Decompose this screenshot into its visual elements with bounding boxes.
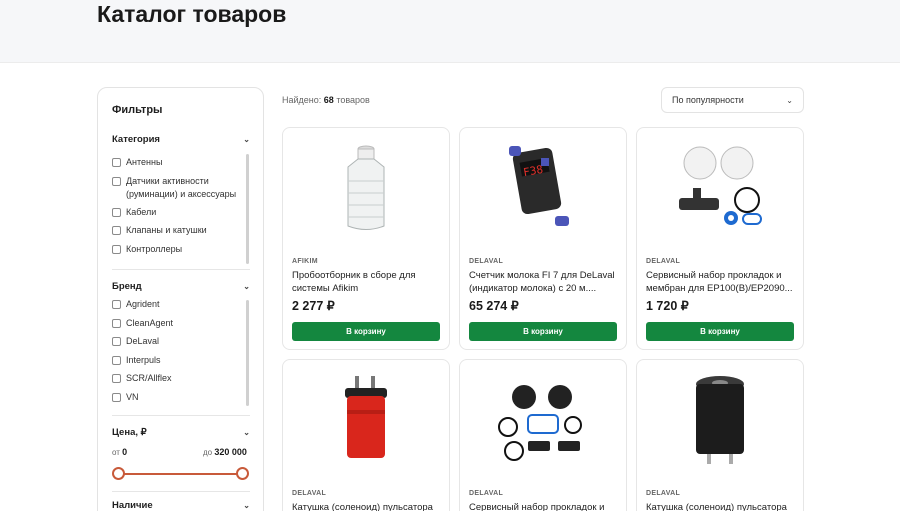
product-card[interactable]: DELAVAL Катушка (соленоид) пульсатора bbox=[636, 359, 804, 511]
product-price: 2 277 ₽ bbox=[292, 299, 335, 313]
add-to-cart-button[interactable]: В корзину bbox=[646, 322, 794, 341]
checkbox[interactable] bbox=[112, 355, 121, 365]
price-slider-min-handle[interactable] bbox=[112, 467, 125, 480]
category-option[interactable]: Датчики активности (руминации) и аксессу… bbox=[112, 175, 242, 200]
product-brand: DELAVAL bbox=[646, 258, 681, 265]
product-card[interactable]: DELAVAL Сервисный набор прокладок и мемб… bbox=[636, 127, 804, 350]
product-name[interactable]: Сервисный набор прокладок и bbox=[469, 501, 619, 511]
brand-option[interactable]: DeLaval bbox=[112, 335, 159, 348]
chevron-down-icon: ⌄ bbox=[243, 501, 250, 510]
checkbox[interactable] bbox=[112, 392, 121, 402]
red-solenoid-image[interactable] bbox=[283, 360, 449, 480]
checkbox[interactable] bbox=[112, 318, 121, 328]
checkbox[interactable] bbox=[112, 373, 121, 383]
product-name[interactable]: Сервисный набор прокладок и мембран для … bbox=[646, 269, 796, 295]
checkbox[interactable] bbox=[112, 176, 121, 186]
product-name[interactable]: Пробоотборник в сборе для системы Afikim bbox=[292, 269, 442, 295]
brand-option[interactable]: SCR/Allflex bbox=[112, 372, 172, 385]
brand-option[interactable]: Interpuls bbox=[112, 354, 161, 367]
checkbox[interactable] bbox=[112, 299, 121, 309]
product-name[interactable]: Катушка (соленоид) пульсатора bbox=[292, 501, 442, 511]
brand-option[interactable]: VN bbox=[112, 391, 139, 404]
brand-option[interactable]: CleanAgent bbox=[112, 317, 173, 330]
product-name[interactable]: Катушка (соленоид) пульсатора bbox=[646, 501, 796, 511]
sampler-image[interactable] bbox=[283, 128, 449, 248]
availability-section-toggle[interactable]: Наличие ⌄ bbox=[112, 500, 250, 511]
product-card[interactable]: DELAVAL Сервисный набор прокладок и bbox=[459, 359, 627, 511]
price-title: Цена, ₽ bbox=[112, 427, 147, 438]
brand-scrollbar[interactable] bbox=[246, 300, 249, 406]
product-brand: DELAVAL bbox=[469, 258, 504, 265]
milk-meter-image[interactable]: F38 bbox=[460, 128, 626, 248]
divider bbox=[112, 269, 250, 270]
page-header: Каталог товаров bbox=[0, 0, 900, 63]
price-slider-max-handle[interactable] bbox=[236, 467, 249, 480]
add-to-cart-button[interactable]: В корзину bbox=[469, 322, 617, 341]
category-scrollbar[interactable] bbox=[246, 154, 249, 264]
price-to: до 320 000 bbox=[203, 447, 247, 457]
product-card[interactable]: DELAVAL Катушка (соленоид) пульсатора bbox=[282, 359, 450, 511]
product-brand: AFIKIM bbox=[292, 258, 318, 265]
checkbox[interactable] bbox=[112, 336, 121, 346]
black-solenoid-image[interactable] bbox=[637, 360, 803, 480]
brand-title: Бренд bbox=[112, 281, 142, 292]
results-count: Найдено: 68 товаров bbox=[282, 95, 370, 105]
product-brand: DELAVAL bbox=[469, 490, 504, 497]
divider bbox=[112, 491, 250, 492]
filters-panel: Фильтры Категория ⌄ Антенны Датчики акти… bbox=[97, 87, 264, 511]
product-name[interactable]: Счетчик молока FI 7 для DeLaval (индикат… bbox=[469, 269, 619, 295]
add-to-cart-button[interactable]: В корзину bbox=[292, 322, 440, 341]
price-slider-track[interactable] bbox=[118, 473, 243, 475]
product-brand: DELAVAL bbox=[646, 490, 681, 497]
chevron-down-icon: ⌄ bbox=[243, 428, 250, 437]
filters-title: Фильтры bbox=[112, 104, 163, 116]
gasket-kit-black-image[interactable] bbox=[460, 360, 626, 480]
availability-title: Наличие bbox=[112, 500, 153, 511]
checkbox[interactable] bbox=[112, 207, 121, 217]
chevron-down-icon: ⌄ bbox=[243, 282, 250, 291]
checkbox[interactable] bbox=[112, 225, 121, 235]
brand-option[interactable]: Agrident bbox=[112, 298, 160, 311]
category-title: Категория bbox=[112, 134, 160, 145]
price-from: от 0 bbox=[112, 447, 128, 457]
sort-selected: По популярности bbox=[672, 95, 744, 105]
gasket-kit-image[interactable] bbox=[637, 128, 803, 248]
price-section-toggle[interactable]: Цена, ₽ ⌄ bbox=[112, 427, 250, 438]
product-price: 1 720 ₽ bbox=[646, 299, 689, 313]
category-section-toggle[interactable]: Категория ⌄ bbox=[112, 134, 250, 145]
checkbox[interactable] bbox=[112, 157, 121, 167]
product-card[interactable]: F38 DELAVAL Счетчик молока FI 7 для DeLa… bbox=[459, 127, 627, 350]
page-title: Каталог товаров bbox=[97, 1, 287, 27]
category-option[interactable]: Контроллеры bbox=[112, 243, 182, 256]
product-brand: DELAVAL bbox=[292, 490, 327, 497]
category-option[interactable]: Кабели bbox=[112, 206, 156, 219]
chevron-down-icon: ⌄ bbox=[243, 135, 250, 144]
chevron-down-icon: ⌄ bbox=[786, 95, 793, 105]
category-option[interactable]: Клапаны и катушки bbox=[112, 224, 207, 237]
sort-select[interactable]: По популярности ⌄ bbox=[661, 87, 804, 113]
checkbox[interactable] bbox=[112, 244, 121, 254]
product-price: 65 274 ₽ bbox=[469, 299, 519, 313]
category-option[interactable]: Антенны bbox=[112, 156, 162, 169]
brand-section-toggle[interactable]: Бренд ⌄ bbox=[112, 281, 250, 292]
divider bbox=[112, 415, 250, 416]
product-card[interactable]: AFIKIM Пробоотборник в сборе для системы… bbox=[282, 127, 450, 350]
